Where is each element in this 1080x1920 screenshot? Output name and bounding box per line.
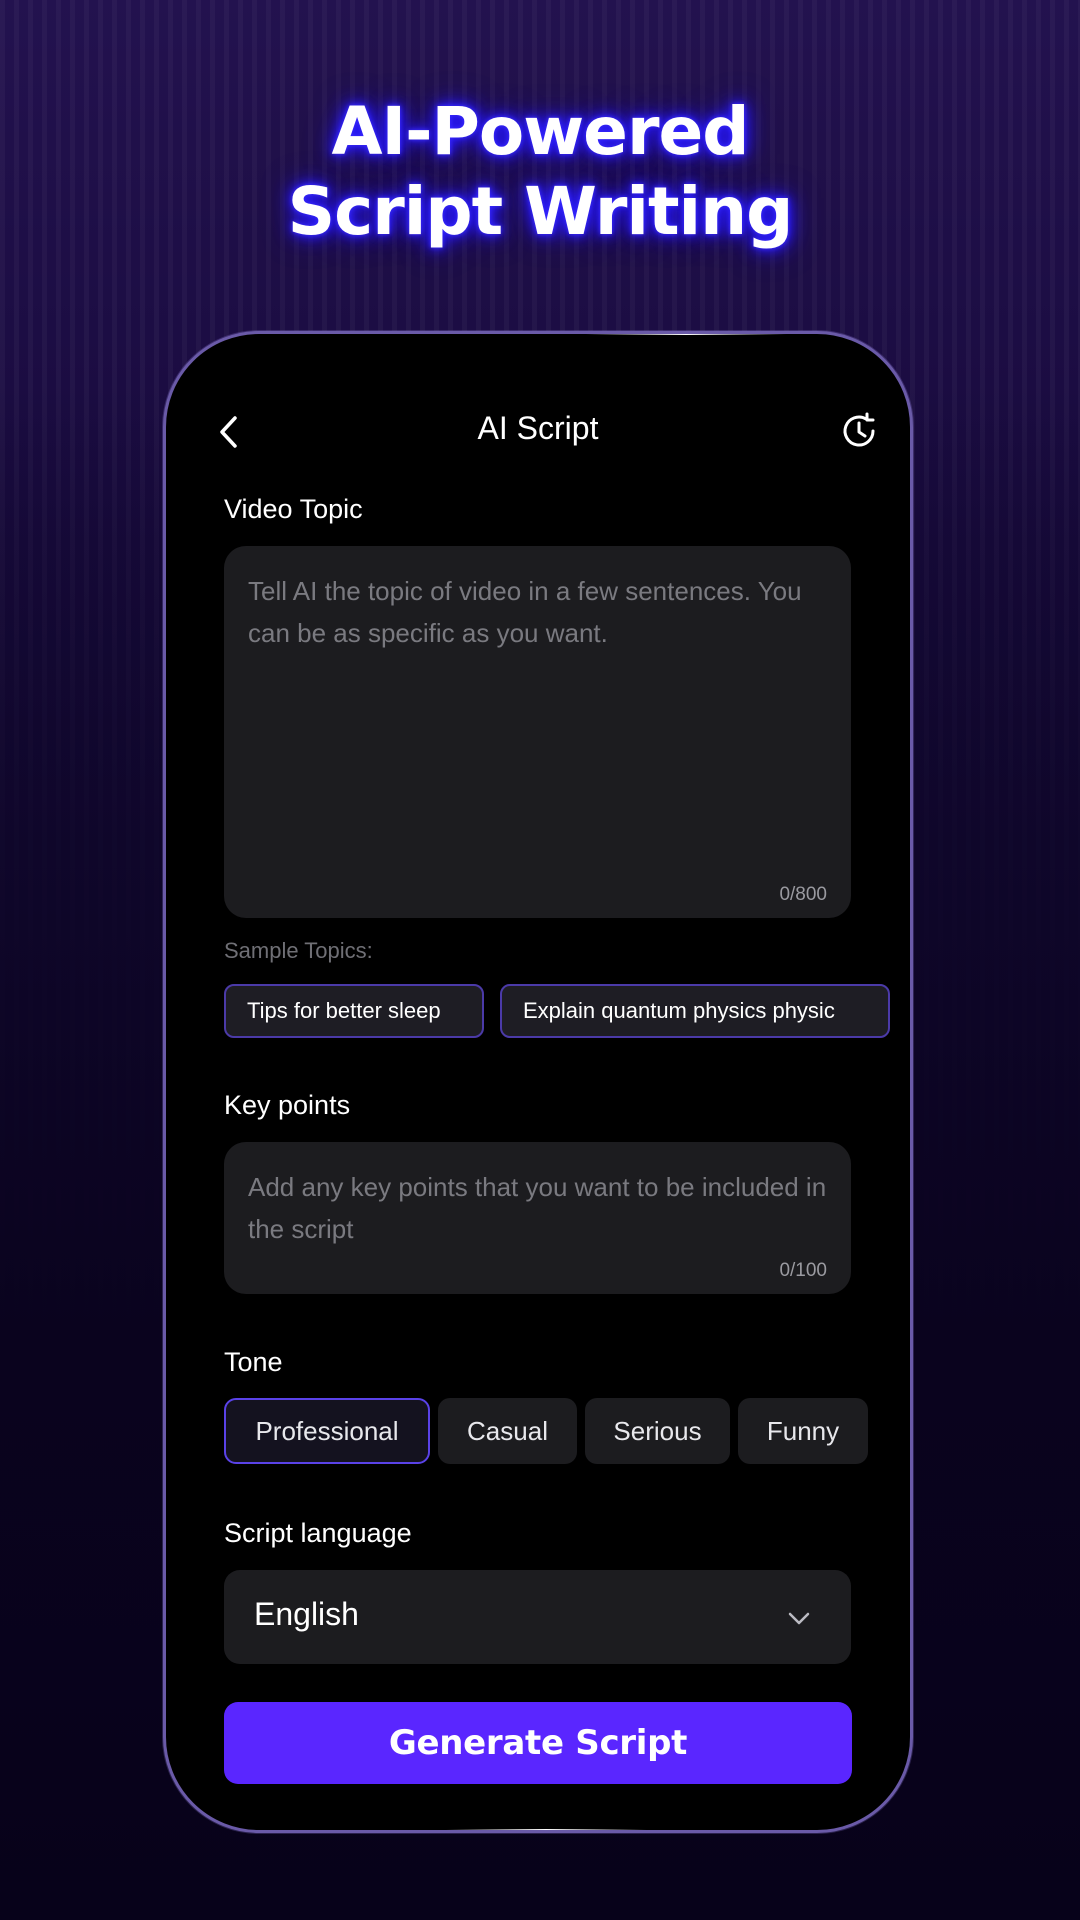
headline-line-1: AI-Powered [331, 93, 749, 170]
tone-option-funny[interactable]: Funny [738, 1398, 868, 1464]
back-button[interactable] [210, 412, 250, 452]
tone-option-serious[interactable]: Serious [585, 1398, 730, 1464]
history-clock-icon [843, 412, 875, 447]
headline-line-2: Script Writing [287, 173, 794, 250]
key-points-textarea[interactable]: Add any key points that you want to be i… [224, 1142, 851, 1294]
video-topic-counter: 0/800 [779, 884, 827, 905]
key-points-label: Key points [224, 1090, 351, 1120]
key-points-counter: 0/100 [779, 1260, 827, 1281]
promo-headline: AI-Powered Script Writing [0, 92, 1080, 252]
chevron-down-icon [788, 1612, 810, 1625]
video-topic-placeholder: Tell AI the topic of video in a few sent… [248, 576, 802, 648]
generate-script-button[interactable]: Generate Script [224, 1702, 852, 1784]
top-bar: AI Script [166, 404, 910, 460]
phone-frame: AI Script Video Topic Tell AI the topic … [163, 331, 913, 1833]
screen-title: AI Script [477, 410, 599, 446]
tone-option-casual[interactable]: Casual [438, 1398, 577, 1464]
script-language-label: Script language [224, 1518, 412, 1548]
key-points-placeholder: Add any key points that you want to be i… [248, 1172, 827, 1244]
sample-topics-label: Sample Topics: [224, 938, 373, 963]
script-language-value: English [254, 1596, 359, 1632]
tone-option-professional[interactable]: Professional [224, 1398, 430, 1464]
history-button[interactable] [838, 410, 880, 452]
video-topic-textarea[interactable]: Tell AI the topic of video in a few sent… [224, 546, 851, 918]
tone-label: Tone [224, 1347, 283, 1377]
script-language-select[interactable]: English [224, 1570, 851, 1664]
sample-topic-chip[interactable]: Tips for better sleep [224, 984, 484, 1038]
sample-topic-chip[interactable]: Explain quantum physics physic [500, 984, 890, 1038]
chevron-left-icon [220, 416, 237, 448]
video-topic-label: Video Topic [224, 494, 363, 524]
